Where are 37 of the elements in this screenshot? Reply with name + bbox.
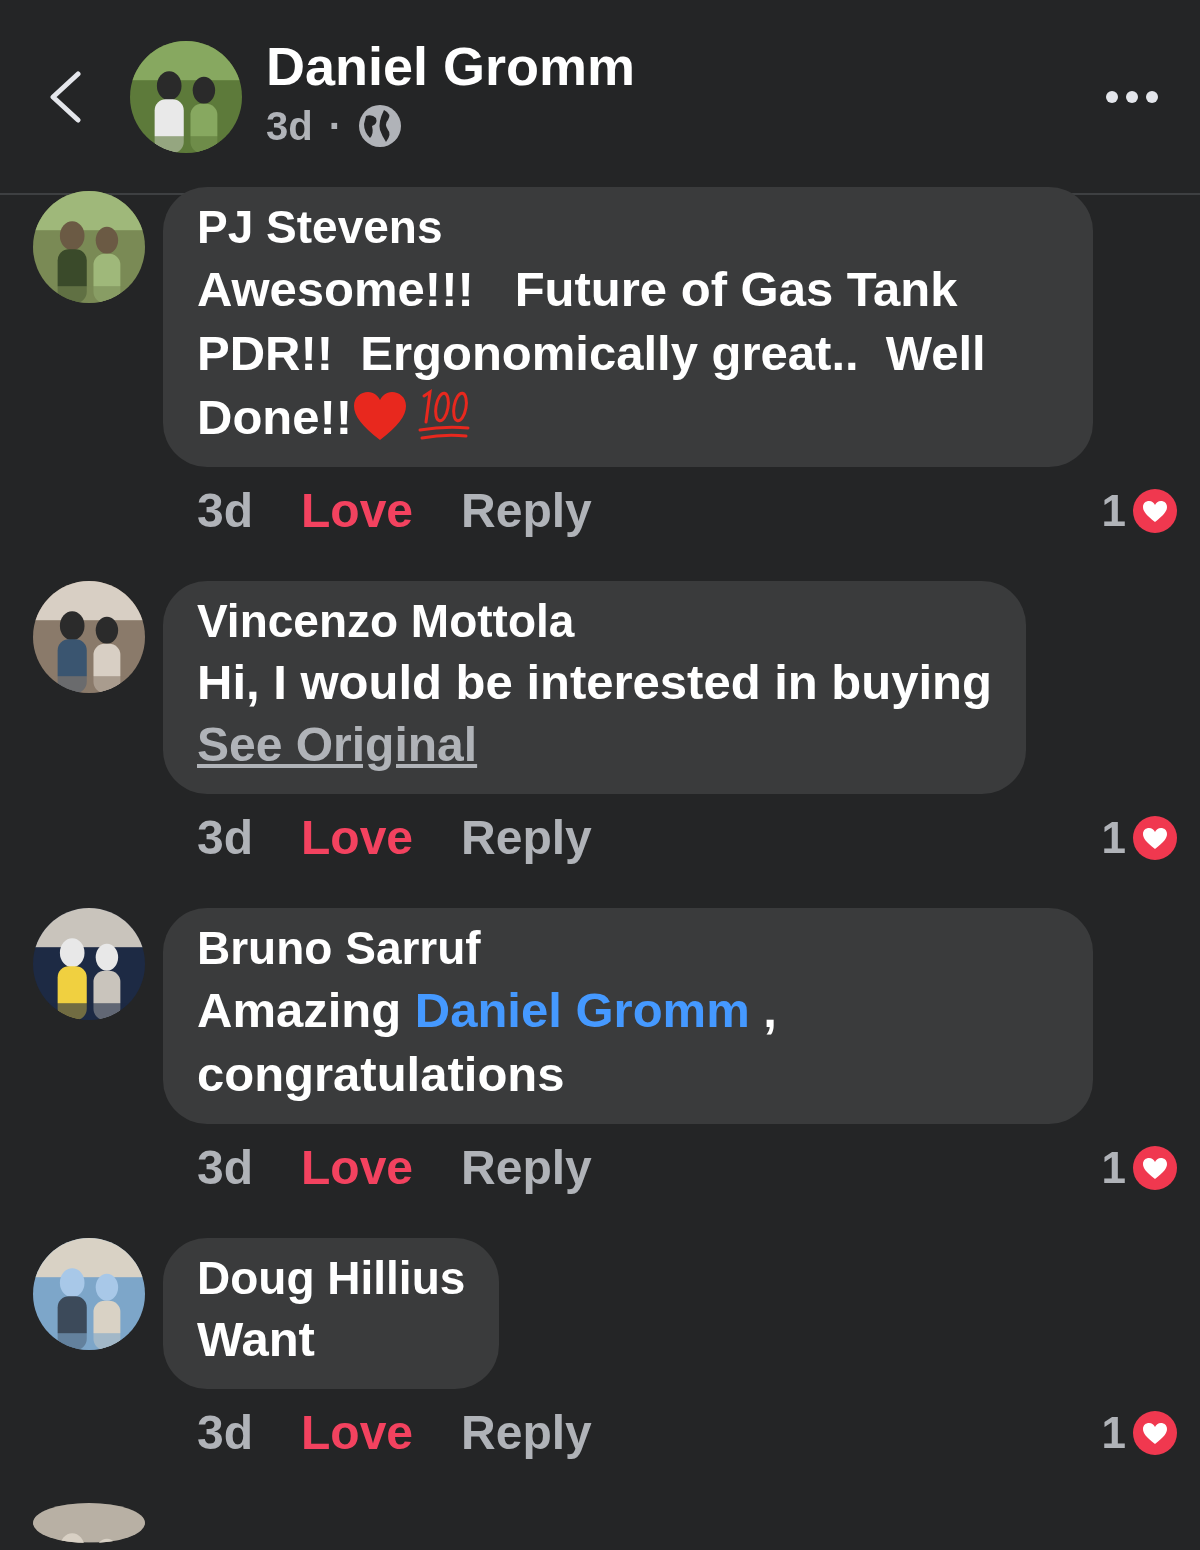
commenter-name[interactable]: PJ Stevens	[197, 199, 1059, 257]
separator-dot: ·	[328, 103, 342, 151]
post-time: 3d	[266, 103, 313, 151]
more-options-button[interactable]	[1104, 88, 1160, 105]
comment-text: Awesome!!! Future of Gas Tank PDR!! Ergonomically great.. Well Done!!	[197, 260, 987, 446]
reaction-count: 1	[1101, 1141, 1126, 1194]
reaction-count: 1	[1101, 484, 1126, 537]
commenter-name[interactable]: Doug Hillius	[197, 1249, 466, 1308]
reply-button[interactable]: Reply	[461, 1397, 592, 1470]
see-original-link[interactable]: See Original	[197, 714, 478, 777]
comment-time: 3d	[197, 810, 253, 867]
back-button[interactable]	[48, 70, 82, 123]
reaction-count: 1	[1101, 812, 1126, 865]
heart-reaction-icon	[1132, 1410, 1178, 1457]
globe-icon	[358, 104, 402, 149]
comment-text: Amazing Daniel Gromm , congratulations	[197, 981, 778, 1103]
love-button[interactable]: Love	[301, 1131, 414, 1204]
reply-button[interactable]: Reply	[461, 802, 592, 875]
reaction-count: 1	[1101, 1407, 1126, 1460]
reply-button[interactable]: Reply	[461, 1131, 592, 1204]
comment-time: 3d	[197, 482, 253, 539]
comment-time: 3d	[197, 1405, 253, 1462]
love-button[interactable]: Love	[301, 474, 414, 547]
comment-text: Hi, I would be interested in buying	[197, 654, 992, 711]
love-button[interactable]: Love	[301, 802, 414, 875]
comment-time: 3d	[197, 1139, 253, 1196]
heart-icon	[352, 389, 409, 442]
commenter-name[interactable]: Bruno Sarruf	[197, 920, 1059, 978]
heart-reaction-icon	[1132, 815, 1178, 862]
heart-reaction-icon	[1132, 1144, 1178, 1191]
love-button[interactable]: Love	[301, 1397, 414, 1470]
heart-reaction-icon	[1132, 487, 1178, 534]
mention-link[interactable]: Daniel Gromm	[414, 982, 750, 1037]
commenter-name[interactable]: Vincenzo Mottola	[197, 592, 992, 650]
comment-text: Want	[197, 1311, 316, 1369]
author-name[interactable]: Daniel Gromm	[266, 36, 636, 97]
reply-button[interactable]: Reply	[461, 474, 592, 547]
